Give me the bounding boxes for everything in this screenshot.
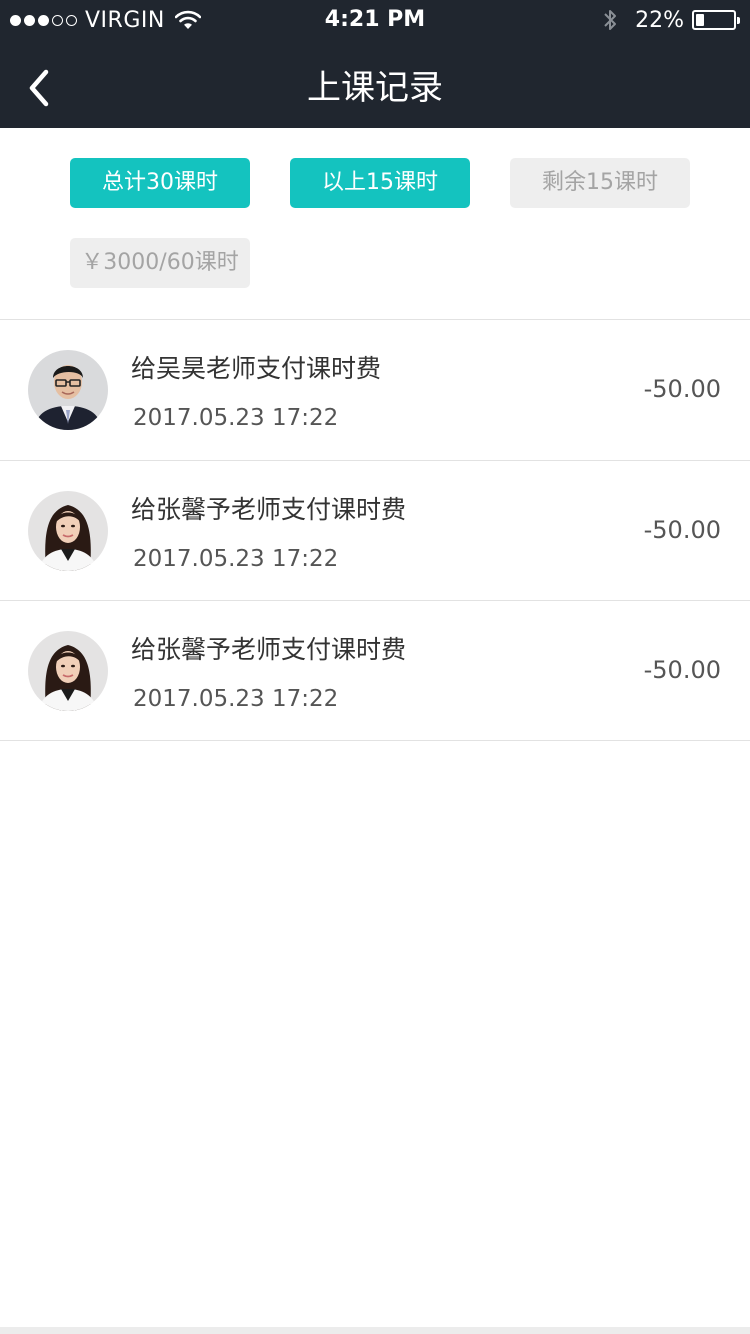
list-item[interactable]: 给张馨予老师支付课时费 2017.05.23 17:22 -50.00: [0, 601, 750, 741]
record-title: 给张馨予老师支付课时费: [131, 495, 407, 524]
avatar: [28, 631, 108, 711]
record-amount: -50.00: [643, 656, 721, 684]
list-item[interactable]: 给吴昊老师支付课时费 2017.05.23 17:22 -50.00: [0, 320, 750, 460]
record-title: 给张馨予老师支付课时费: [131, 635, 407, 664]
status-bar: VIRGIN 4:21 PM 22%: [0, 0, 750, 40]
avatar: [28, 350, 108, 430]
divider: [0, 740, 750, 741]
battery-level: [696, 14, 704, 26]
header: VIRGIN 4:21 PM 22% 上课记录: [0, 0, 750, 128]
record-amount: -50.00: [643, 516, 721, 544]
record-amount: -50.00: [643, 375, 721, 403]
avatar: [28, 491, 108, 571]
total-hours-tag[interactable]: 总计30课时: [70, 158, 250, 208]
bottom-edge: [0, 1327, 750, 1334]
bluetooth-icon: [604, 10, 617, 30]
record-title: 给吴昊老师支付课时费: [131, 354, 382, 383]
attended-hours-tag[interactable]: 以上15课时: [290, 158, 470, 208]
battery-percent: 22%: [635, 7, 684, 33]
remaining-hours-tag[interactable]: 剩余15课时: [510, 158, 690, 208]
female-teacher-avatar: [28, 631, 108, 711]
page-title: 上课记录: [307, 68, 443, 108]
female-teacher-avatar: [28, 491, 108, 571]
price-tag[interactable]: ￥3000/60课时: [70, 238, 250, 288]
record-time: 2017.05.23 17:22: [133, 546, 339, 572]
record-time: 2017.05.23 17:22: [133, 405, 339, 431]
male-teacher-avatar: [28, 350, 108, 430]
record-time: 2017.05.23 17:22: [133, 686, 339, 712]
battery-icon: [692, 10, 740, 30]
list-item[interactable]: 给张馨予老师支付课时费 2017.05.23 17:22 -50.00: [0, 461, 750, 601]
battery-cap: [737, 17, 740, 24]
status-right: 22%: [603, 6, 740, 34]
